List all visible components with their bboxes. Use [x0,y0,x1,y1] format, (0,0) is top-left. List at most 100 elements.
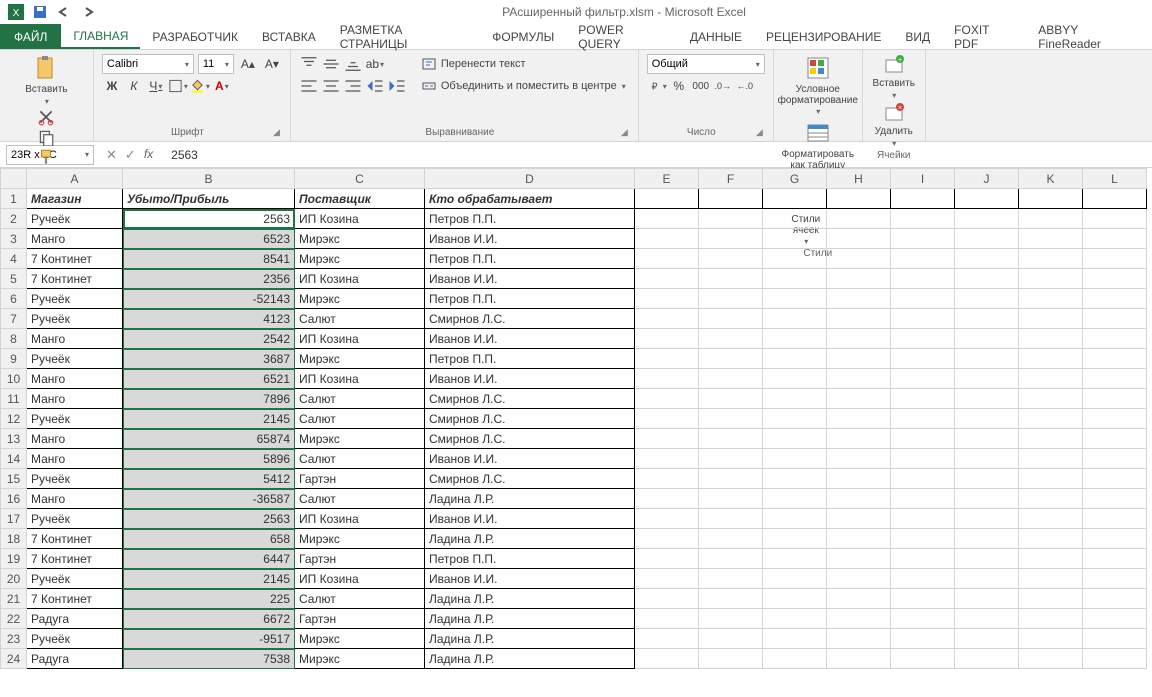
row-header[interactable]: 17 [1,509,27,529]
table-row[interactable]: 12Ручеёк2145СалютСмирнов Л.С. [1,409,1147,429]
cell[interactable] [1083,309,1147,329]
dialog-launcher-icon[interactable]: ◢ [756,127,763,138]
cell[interactable] [763,189,827,209]
cell[interactable]: Иванов И.И. [425,449,635,469]
cell[interactable] [763,569,827,589]
cell[interactable] [891,609,955,629]
table-row[interactable]: 197 Континет6447ГартэнПетров П.П. [1,549,1147,569]
cell[interactable] [891,489,955,509]
cell[interactable] [1019,289,1083,309]
ribbon-tab[interactable]: ДАННЫЕ [678,24,754,49]
cell[interactable] [1083,409,1147,429]
cell[interactable]: Ручеёк [27,569,123,589]
cell[interactable] [955,629,1019,649]
cell[interactable] [955,589,1019,609]
font-size-combo[interactable]: 11▾ [198,54,234,74]
cell[interactable] [635,269,699,289]
cell[interactable]: Салют [295,489,425,509]
cell[interactable] [891,349,955,369]
cell[interactable]: ИП Козина [295,269,425,289]
cell[interactable]: ИП Козина [295,209,425,229]
cell[interactable] [955,409,1019,429]
cell[interactable] [827,189,891,209]
fill-color-button[interactable]: ▾ [190,76,210,96]
cell[interactable] [1019,269,1083,289]
cell[interactable] [1019,649,1083,669]
cell[interactable] [1019,209,1083,229]
cell[interactable] [1019,429,1083,449]
table-row[interactable]: 24Радуга7538МирэксЛадина Л.Р. [1,649,1147,669]
cell[interactable] [635,209,699,229]
col-header[interactable]: G [763,169,827,189]
merge-center-button[interactable]: Объединить и поместить в центре▾ [417,76,630,96]
ribbon-tab[interactable]: РАЗМЕТКА СТРАНИЦЫ [328,24,480,49]
cell[interactable] [635,609,699,629]
cell[interactable] [827,429,891,449]
table-row[interactable]: 23Ручеёк-9517МирэксЛадина Л.Р. [1,629,1147,649]
cell[interactable] [955,449,1019,469]
cell[interactable] [1083,449,1147,469]
cell[interactable] [827,649,891,669]
cell[interactable] [827,569,891,589]
insert-cells-button[interactable]: + Вставить▾ [871,54,917,100]
font-name-combo[interactable]: Calibri▾ [102,54,194,74]
cell[interactable]: Иванов И.И. [425,569,635,589]
row-header[interactable]: 2 [1,209,27,229]
cell[interactable] [955,329,1019,349]
cell[interactable] [955,189,1019,209]
cell[interactable] [699,249,763,269]
cell[interactable] [699,229,763,249]
table-row[interactable]: 14Манго5896СалютИванов И.И. [1,449,1147,469]
cancel-formula-button[interactable]: ✕ [106,147,117,163]
table-row[interactable]: 16Манго-36587СалютЛадина Л.Р. [1,489,1147,509]
cell[interactable]: Салют [295,449,425,469]
cell[interactable] [635,309,699,329]
cell[interactable] [1083,229,1147,249]
cell[interactable] [699,589,763,609]
row-header[interactable]: 18 [1,529,27,549]
file-tab[interactable]: ФАЙЛ [0,24,61,49]
cell[interactable]: Ручеёк [27,469,123,489]
cell[interactable] [827,629,891,649]
cell[interactable] [763,349,827,369]
cell[interactable] [955,289,1019,309]
cell[interactable] [1019,189,1083,209]
cell[interactable] [891,529,955,549]
cell[interactable] [891,549,955,569]
table-row[interactable]: 10Манго6521ИП КозинаИванов И.И. [1,369,1147,389]
cell[interactable] [955,369,1019,389]
col-header[interactable]: E [635,169,699,189]
row-header[interactable]: 1 [1,189,27,209]
cell[interactable]: 6447 [123,549,295,569]
cell[interactable] [763,209,827,229]
dialog-launcher-icon[interactable]: ◢ [273,127,280,138]
cell[interactable]: Мирэкс [295,629,425,649]
row-header[interactable]: 23 [1,629,27,649]
ribbon-tab[interactable]: ABBYY FineReader [1026,24,1152,49]
cell[interactable]: Петров П.П. [425,549,635,569]
cell[interactable]: 2563 [123,209,295,229]
decrease-indent-button[interactable] [365,76,385,96]
increase-decimal-button[interactable]: .0→ [713,76,733,96]
cell[interactable]: 6523 [123,229,295,249]
cell[interactable] [891,589,955,609]
row-header[interactable]: 9 [1,349,27,369]
cell[interactable]: 7896 [123,389,295,409]
row-header[interactable]: 12 [1,409,27,429]
cell[interactable] [1083,189,1147,209]
cell[interactable] [827,549,891,569]
cell[interactable] [763,289,827,309]
cell[interactable]: Салют [295,309,425,329]
enter-formula-button[interactable]: ✓ [125,147,136,163]
table-row[interactable]: 6Ручеёк-52143МирэксПетров П.П. [1,289,1147,309]
cell[interactable] [763,629,827,649]
cell[interactable]: Смирнов Л.С. [425,469,635,489]
ribbon-tab[interactable]: ВСТАВКА [250,24,328,49]
table-row[interactable]: 22Радуга6672ГартэнЛадина Л.Р. [1,609,1147,629]
cell[interactable] [1019,529,1083,549]
cell[interactable]: Ладина Л.Р. [425,629,635,649]
cell[interactable] [1083,609,1147,629]
ribbon-tab[interactable]: РАЗРАБОТЧИК [140,24,250,49]
cell[interactable] [1019,309,1083,329]
cell[interactable] [699,409,763,429]
